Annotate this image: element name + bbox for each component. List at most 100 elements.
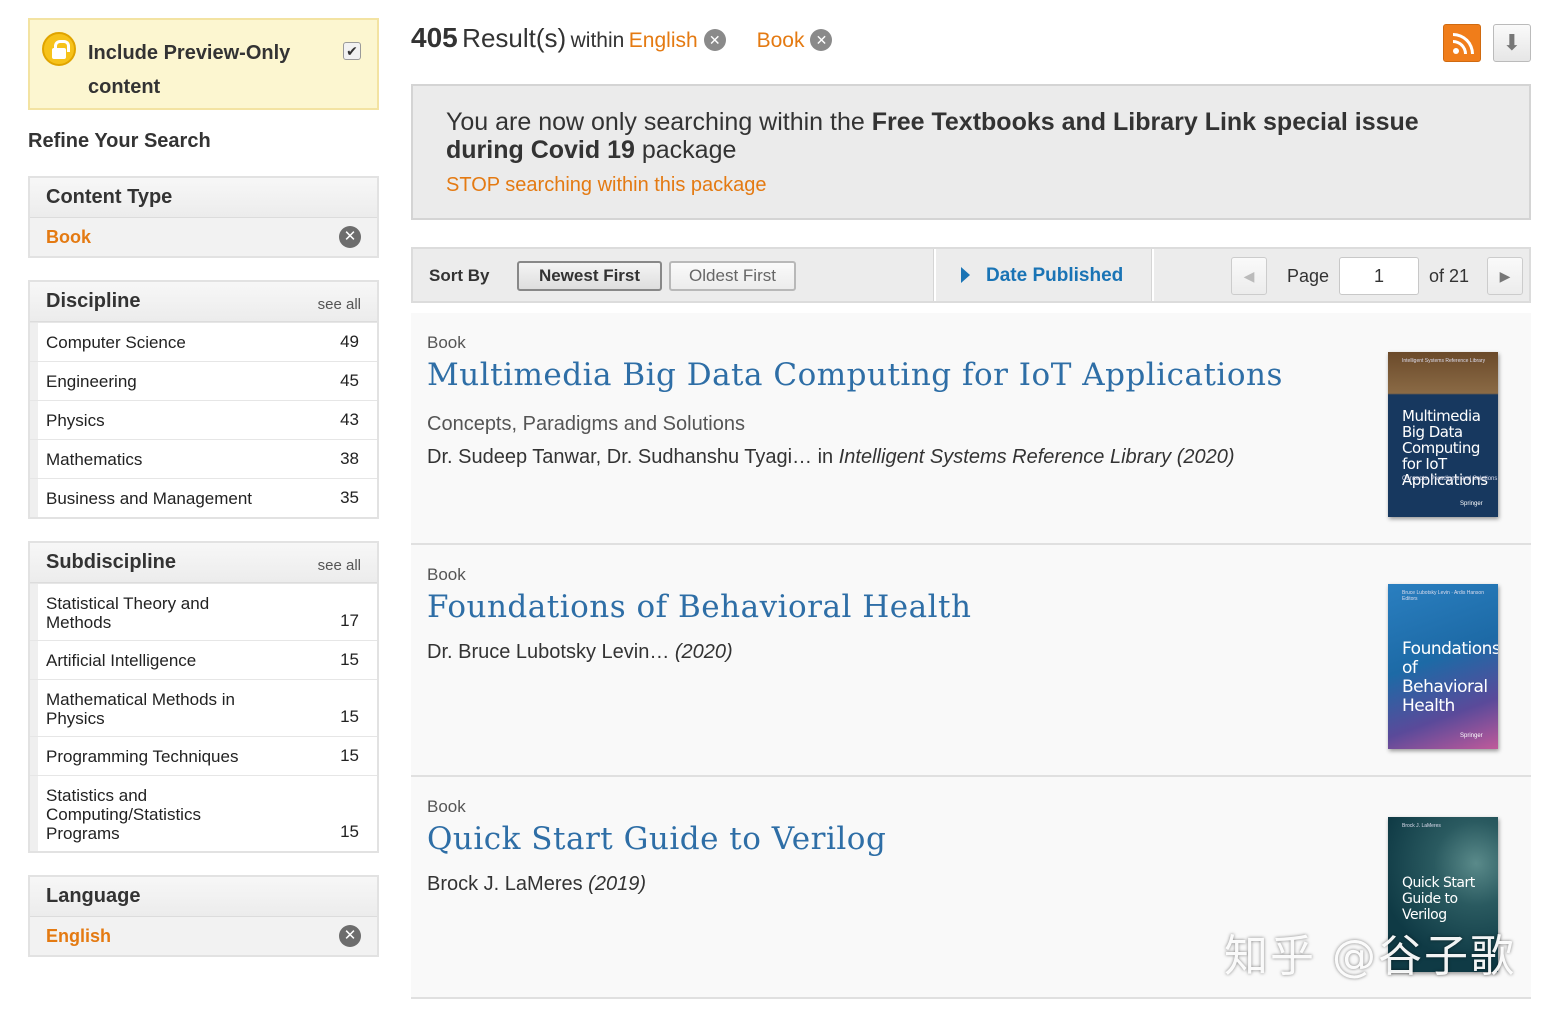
facet-item-count: 15: [340, 650, 359, 669]
results-word: Result(s): [462, 23, 567, 53]
facet-item[interactable]: Computer Science 49: [30, 322, 377, 361]
facet-item[interactable]: Programming Techniques 15: [30, 736, 377, 775]
result-title-link[interactable]: Multimedia Big Data Computing for IoT Ap…: [427, 357, 1283, 393]
result-year: (2019): [588, 873, 646, 895]
facet-content-type: Content Type Book ✕: [28, 176, 379, 258]
facet-item-count: 45: [340, 371, 359, 390]
facet-item-label: Engineering: [46, 372, 137, 391]
facet-item-count: 49: [340, 332, 359, 351]
package-text-pre: You are now only searching within the: [446, 108, 872, 136]
facet-item[interactable]: Mathematics 38: [30, 439, 377, 478]
result-authors: Brock J. LaMeres (2019): [427, 873, 646, 896]
cover-authors: Brock J. LaMeres: [1402, 823, 1441, 829]
lock-icon: [42, 32, 76, 66]
facet-item-label: Artificial Intelligence: [46, 651, 197, 670]
facet-item[interactable]: Statistics and Computing/Statistics Prog…: [30, 775, 377, 851]
facet-item[interactable]: Artificial Intelligence 15: [30, 640, 377, 679]
divider: [1151, 249, 1154, 301]
facet-item-count: 15: [340, 822, 359, 841]
facet-item-count: 15: [340, 746, 359, 765]
book-cover-image[interactable]: Bruce Lubotsky Levin · Ardis Hanson Edit…: [1388, 584, 1498, 749]
remove-icon[interactable]: ✕: [339, 925, 361, 947]
result-title-link[interactable]: Foundations of Behavioral Health: [427, 589, 971, 625]
cover-subtitle: Concepts, Paradigms and Solutions: [1402, 476, 1498, 482]
book-cover-image[interactable]: Intelligent Systems Reference Library Mu…: [1388, 352, 1498, 517]
preview-only-checkbox[interactable]: ✔: [343, 42, 361, 60]
remove-icon[interactable]: ✕: [810, 29, 833, 51]
preview-only-label: Include Preview-Only content: [88, 42, 291, 98]
results-header: 405 Result(s) within English ✕ Book ✕: [411, 22, 833, 58]
facet-item-count: 38: [340, 449, 359, 468]
result-content-type: Book: [427, 797, 466, 816]
facet-selected-language[interactable]: English ✕: [30, 917, 377, 955]
chevron-right-icon[interactable]: ▶: [1487, 257, 1523, 295]
divider: [933, 249, 936, 301]
filter-chip-language: English: [628, 29, 698, 52]
cover-title: Foundations of Behavioral Health: [1402, 639, 1498, 716]
refine-search-title: Refine Your Search: [28, 130, 211, 152]
facet-header: Discipline see all: [30, 282, 377, 322]
cover-title: Quick Start Guide to Verilog: [1402, 875, 1475, 923]
sort-newest-button[interactable]: Newest First: [517, 261, 662, 291]
cover-series: Intelligent Systems Reference Library: [1402, 358, 1486, 364]
facet-selected-content-type[interactable]: Book ✕: [30, 218, 377, 256]
facet-item-count: 17: [340, 611, 359, 630]
cover-authors: Bruce Lubotsky Levin · Ardis Hanson Edit…: [1402, 590, 1484, 602]
facet-item-label: Physics: [46, 411, 105, 430]
result-content-type: Book: [427, 565, 466, 584]
watermark-text: 知乎 @谷子歌: [1224, 931, 1516, 982]
rss-icon[interactable]: [1443, 24, 1481, 62]
result-title-link[interactable]: Quick Start Guide to Verilog: [427, 821, 886, 857]
facet-title: Discipline: [46, 290, 141, 312]
sort-by-label: Sort By: [429, 266, 490, 285]
facet-subdiscipline: Subdiscipline see all Statistical Theory…: [28, 541, 379, 853]
result-series-link[interactable]: Intelligent Systems Reference Library: [839, 446, 1171, 468]
facet-item-label: Business and Management: [46, 489, 253, 508]
result-item: Book Foundations of Behavioral Health Dr…: [411, 545, 1531, 777]
page-total: of 21: [1429, 266, 1470, 286]
facet-header: Subdiscipline see all: [30, 543, 377, 583]
remove-icon[interactable]: ✕: [339, 226, 361, 248]
package-notice: You are now only searching within the Fr…: [411, 84, 1531, 220]
see-all-link[interactable]: see all: [318, 557, 361, 574]
result-subtitle: Concepts, Paradigms and Solutions: [427, 413, 745, 435]
facet-item[interactable]: Engineering 45: [30, 361, 377, 400]
facet-item[interactable]: Statistical Theory and Methods 17: [30, 583, 377, 640]
facet-item-label: Mathematical Methods in Physics: [46, 690, 235, 728]
selected-filter-label: English: [46, 926, 112, 946]
cover-publisher: Springer: [1460, 733, 1483, 739]
sort-bar: Sort By Newest First Oldest First Date P…: [411, 247, 1531, 303]
date-published-toggle[interactable]: Date Published: [961, 265, 1123, 287]
facet-header: Content Type: [30, 178, 377, 218]
result-authors: Dr. Sudeep Tanwar, Dr. Sudhanshu Tyagi… …: [427, 446, 1235, 469]
stop-searching-link[interactable]: STOP searching within this package: [446, 174, 767, 197]
package-notice-text: You are now only searching within the Fr…: [446, 108, 1496, 164]
results-count: 405: [411, 22, 458, 53]
filter-chip-content-type: Book: [756, 29, 805, 52]
sort-oldest-button[interactable]: Oldest First: [669, 261, 796, 291]
cover-publisher: Springer: [1460, 501, 1483, 507]
result-author-names: Dr. Sudeep Tanwar, Dr. Sudhanshu Tyagi… …: [427, 446, 839, 468]
facet-language: Language English ✕: [28, 875, 379, 957]
sidebar: Include Preview-Only content ✔ Refine Yo…: [28, 18, 379, 957]
result-year: (2020): [1176, 446, 1235, 468]
result-year: (2020): [674, 641, 733, 663]
result-content-type: Book: [427, 333, 466, 352]
result-author-names: Dr. Bruce Lubotsky Levin…: [427, 641, 675, 663]
facet-item[interactable]: Business and Management 35: [30, 478, 377, 517]
see-all-link[interactable]: see all: [318, 296, 361, 313]
facet-title: Subdiscipline: [46, 551, 177, 573]
facet-item[interactable]: Physics 43: [30, 400, 377, 439]
selected-filter-label: Book: [46, 227, 91, 247]
facet-item-count: 15: [340, 707, 359, 726]
page-label: Page: [1287, 266, 1330, 286]
package-text-post: package: [634, 136, 737, 164]
facet-item[interactable]: Mathematical Methods in Physics 15: [30, 679, 377, 736]
remove-icon[interactable]: ✕: [703, 29, 726, 51]
page-number-input[interactable]: [1339, 257, 1419, 295]
download-icon[interactable]: ⬇: [1493, 24, 1531, 62]
facet-header: Language: [30, 877, 377, 917]
chevron-left-icon[interactable]: ◀: [1231, 257, 1267, 295]
date-published-label: Date Published: [986, 265, 1124, 286]
facet-discipline: Discipline see all Computer Science 49 E…: [28, 280, 379, 519]
